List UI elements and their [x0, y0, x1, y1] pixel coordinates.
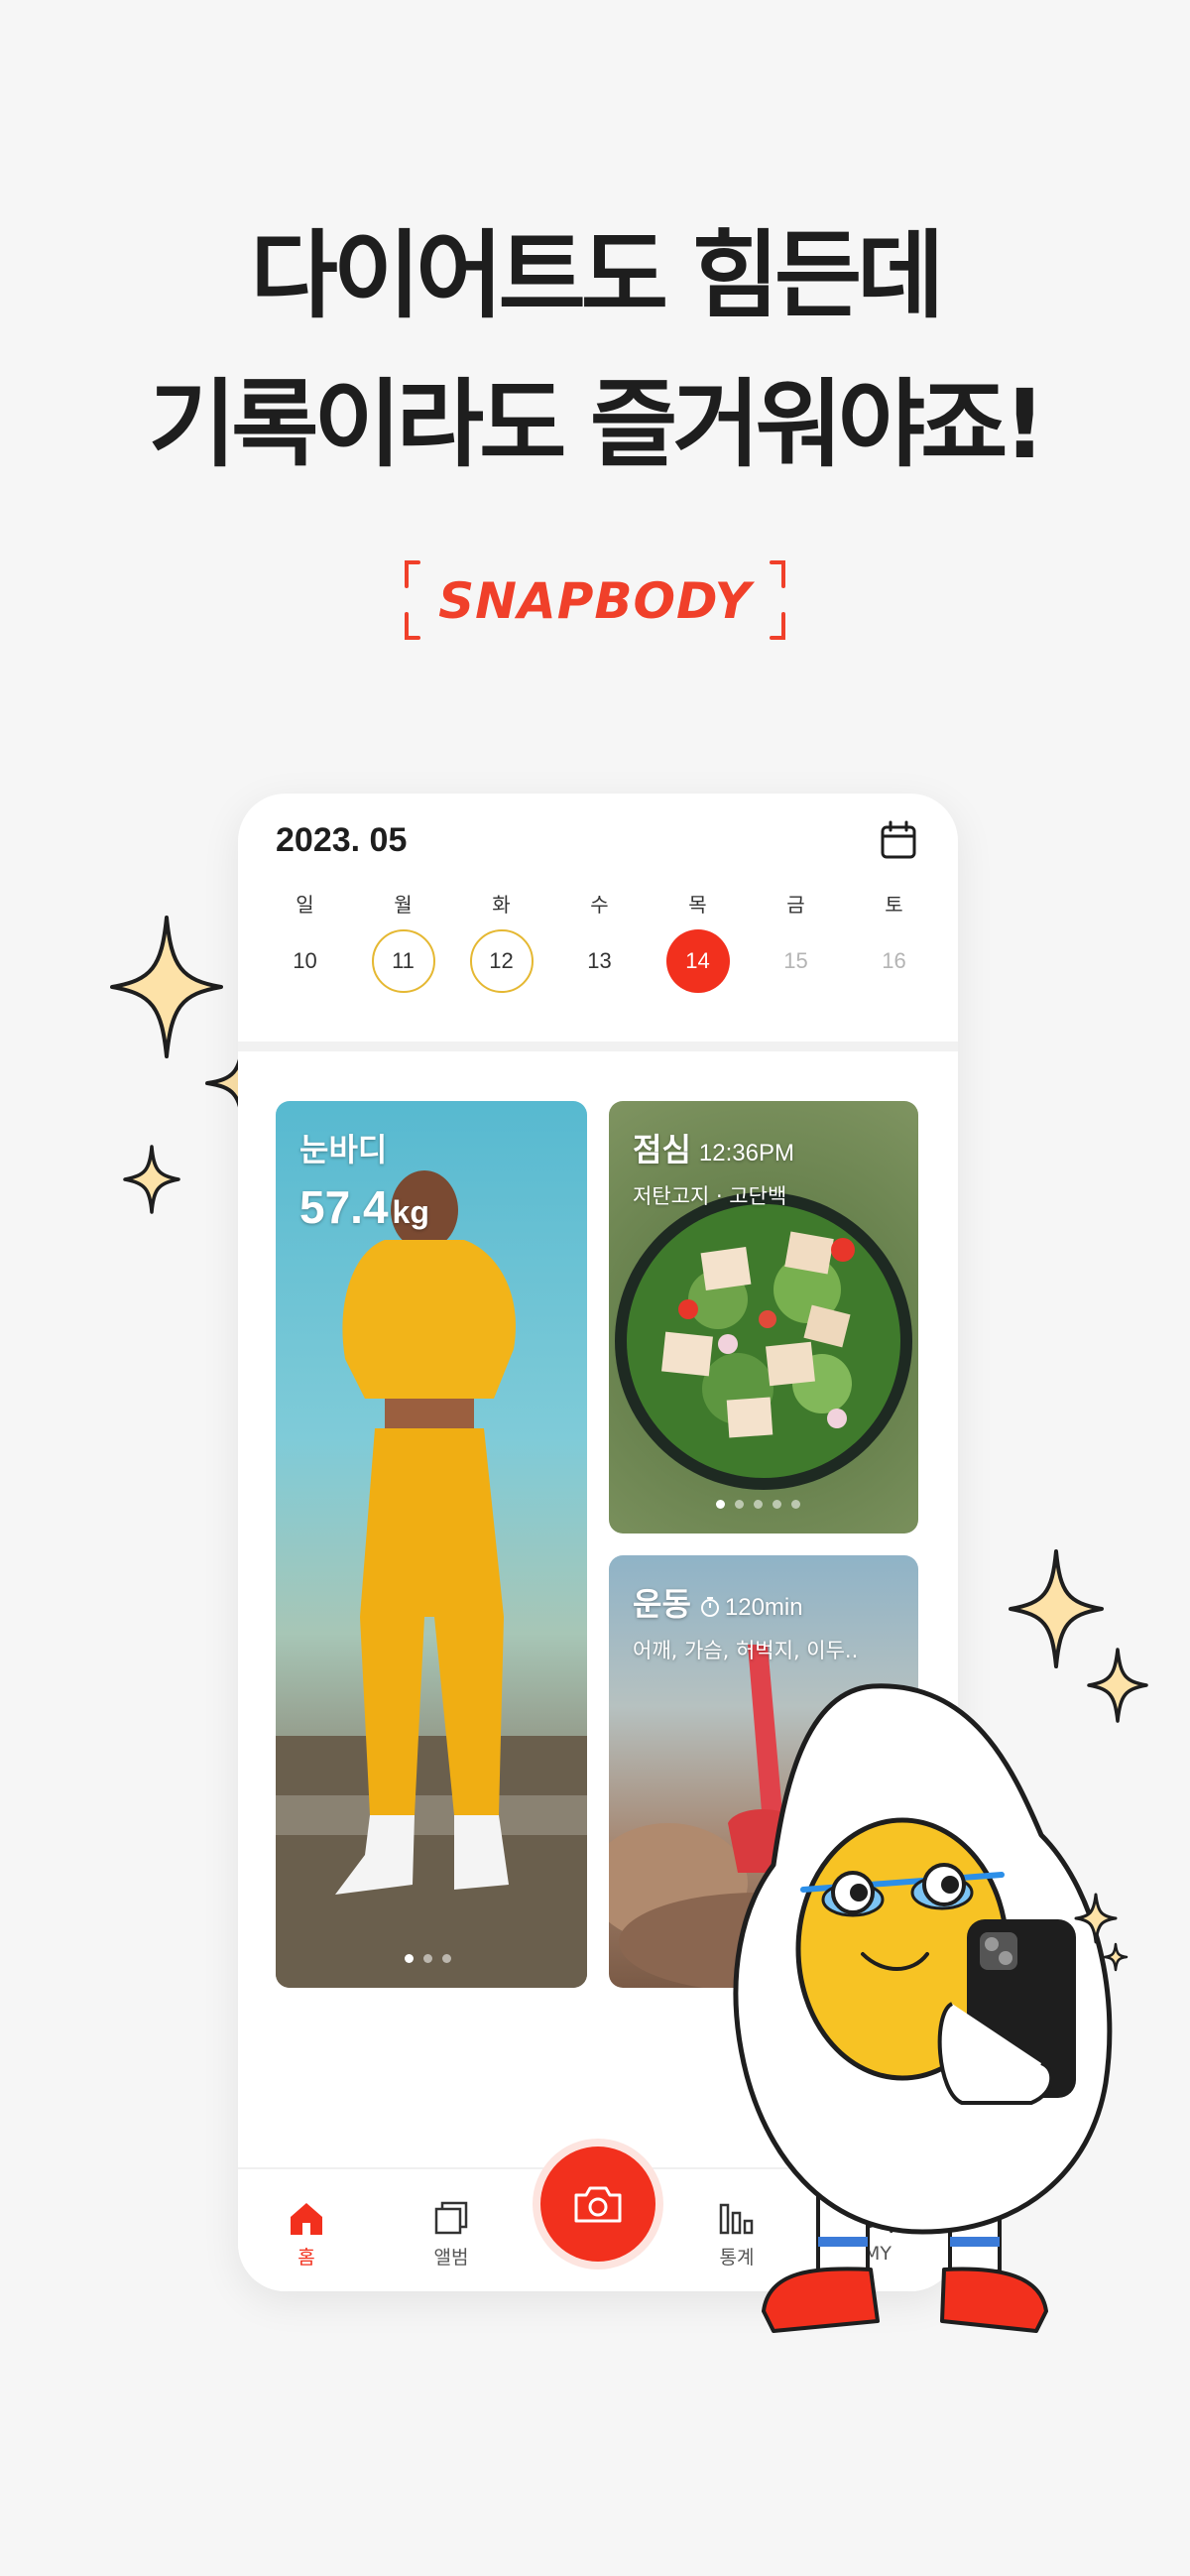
weekday-label: 월: [394, 893, 413, 917]
date-cell-future[interactable]: 15: [747, 929, 845, 993]
weekday-label: 일: [296, 893, 314, 917]
pager-dots: [405, 1954, 451, 1963]
weight-unit: kg: [392, 1194, 429, 1230]
pager-dots: [716, 1500, 800, 1509]
sparkle-icon: [123, 1145, 180, 1214]
nav-home[interactable]: 홈: [262, 2199, 351, 2269]
headline-line-2: 기록이라도 즐거워야죠!: [148, 369, 1046, 480]
body-weight: 57.4 kg: [299, 1180, 429, 1234]
date-cell-today[interactable]: 14: [649, 929, 747, 993]
weight-value: 57.4: [299, 1181, 389, 1233]
nav-home-label: 홈: [298, 2247, 315, 2269]
date-cell[interactable]: 10: [256, 929, 354, 993]
date-row: 10 11 12 13 14 15 16: [256, 929, 944, 993]
body-card-title: 눈바디: [299, 1131, 388, 1168]
date-cell-recorded[interactable]: 12: [452, 929, 550, 993]
lunch-title: 점심: [633, 1131, 691, 1168]
workout-parts: 어깨, 가슴, 허벅지, 이두..: [633, 1639, 859, 1662]
lunch-tags: 저탄고지 · 고단백: [633, 1184, 787, 1208]
date-cell-future[interactable]: 16: [845, 929, 943, 993]
nav-album-label: 앨범: [433, 2247, 469, 2269]
month-label: 2023. 05: [276, 821, 408, 859]
lunch-photo-card[interactable]: 점심 12:36PM 저탄고지 · 고단백: [609, 1101, 918, 1533]
workout-title: 운동: [633, 1585, 691, 1623]
album-icon: [434, 2201, 468, 2235]
lunch-time: 12:36PM: [698, 1140, 794, 1166]
divider: [238, 1042, 958, 1051]
snapbody-logo: SNAPBODY: [397, 551, 793, 650]
weekday-label: 수: [590, 893, 609, 917]
headline-line-1: 다이어트도 힘든데: [250, 220, 945, 331]
body-photo-image: [276, 1170, 587, 1988]
workout-card-title: 운동 120min: [633, 1579, 803, 1625]
logo-text: SNAPBODY: [438, 572, 752, 630]
date-cell-recorded[interactable]: 11: [354, 929, 452, 993]
lunch-card-title: 점심 12:36PM: [633, 1125, 794, 1170]
weekday-row: 일 월 화 수 목 금 토: [256, 889, 944, 918]
weekday-label: 화: [492, 893, 511, 917]
home-icon: [291, 2203, 322, 2235]
calendar-icon[interactable]: [879, 819, 918, 861]
timer-icon: [700, 1597, 719, 1617]
date-cell[interactable]: 13: [550, 929, 649, 993]
egg-mascot-illustration: [733, 1683, 1129, 2333]
weekday-label: 목: [688, 893, 707, 917]
body-photo-card[interactable]: 눈바디 57.4 kg: [276, 1101, 587, 1988]
camera-icon: [574, 2186, 622, 2223]
workout-duration-wrap: 120min: [699, 1594, 803, 1621]
camera-button[interactable]: [540, 2147, 655, 2262]
weekday-label: 토: [885, 893, 903, 917]
workout-duration: 120min: [724, 1594, 803, 1621]
nav-album[interactable]: 앨범: [407, 2199, 496, 2269]
weekday-label: 금: [786, 893, 805, 917]
